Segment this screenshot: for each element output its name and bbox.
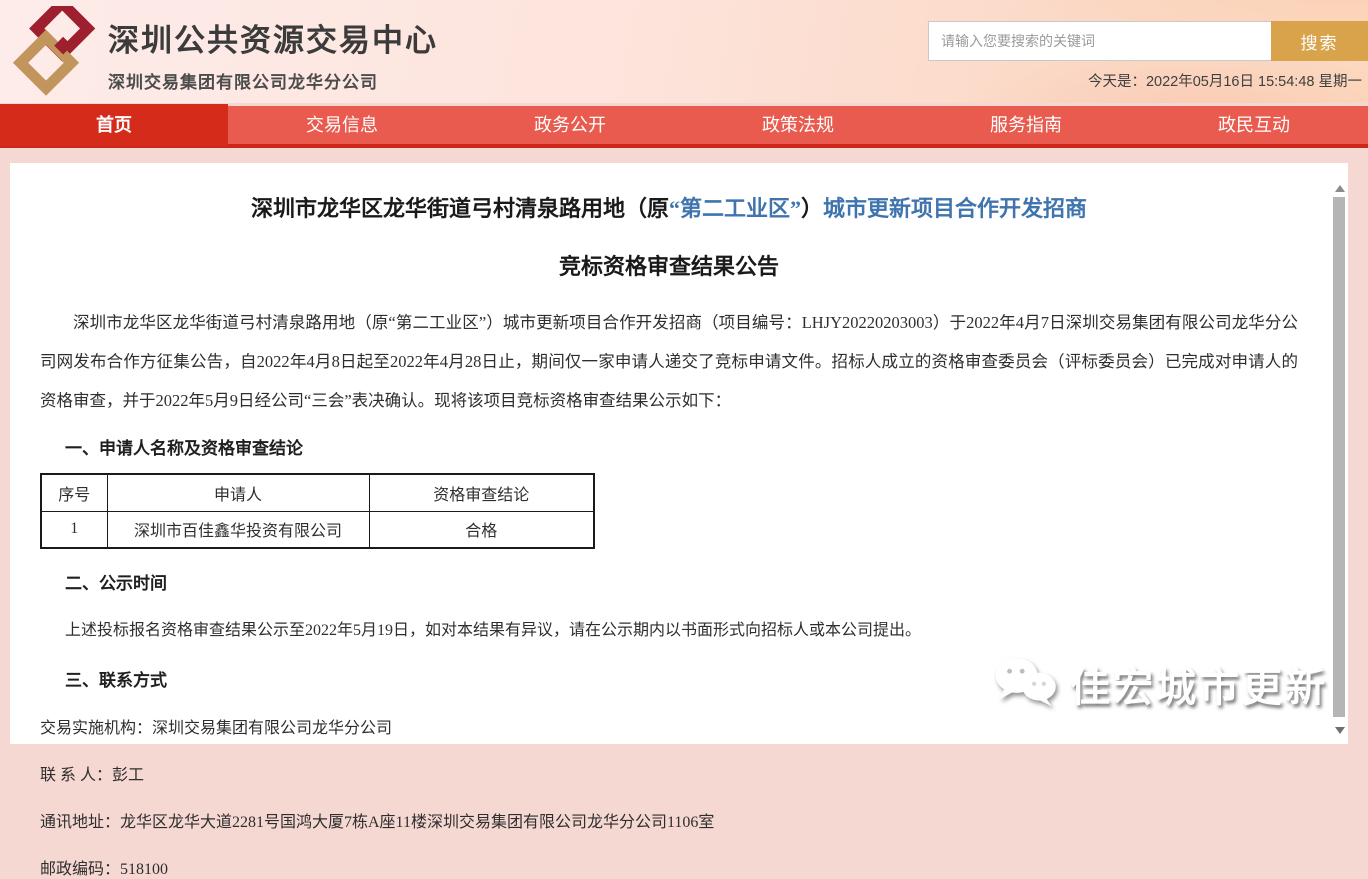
site-title: 深圳公共资源交易中心 [108,15,438,60]
qualification-table: 序号 申请人 资格审查结论 1 深圳市百佳鑫华投资有限公司 合格 [40,473,595,549]
article-title: 深圳市龙华区龙华街道弓村清泉路用地（原“第二工业区”）城市更新项目合作开发招商 [40,191,1298,227]
scroll-up-arrow-icon[interactable] [1335,185,1345,192]
contact-block: 交易实施机构：深圳交易集团有限公司龙华分公司 联 系 人：彭工 通讯地址：龙华区… [40,714,1298,879]
contact-zipcode: 邮政编码：518100 [40,855,1298,879]
contact-person: 联 系 人：彭工 [40,761,1298,785]
cell-result: 合格 [369,511,594,548]
nav-item-service[interactable]: 服务指南 [912,106,1140,144]
brand: 深圳公共资源交易中心 深圳交易集团有限公司龙华分公司 [10,6,438,101]
table-header-row: 序号 申请人 资格审查结论 [41,474,594,511]
col-header-applicant: 申请人 [107,474,369,511]
col-header-result: 资格审查结论 [369,474,594,511]
article-title-part3: ） [801,196,823,221]
article-title-part4: 城市更新项目合作开发招商 [823,196,1087,221]
cell-applicant: 深圳市百佳鑫华投资有限公司 [107,511,369,548]
nav-item-gov-open[interactable]: 政务公开 [456,106,684,144]
cell-index: 1 [41,511,107,548]
contact-address: 通讯地址：龙华区龙华大道2281号国鸿大厦7栋A座11楼深圳交易集团有限公司龙华… [40,808,1298,832]
main-nav: 首页 交易信息 政务公开 政策法规 服务指南 政民互动 [0,106,1368,148]
content-panel: 深圳市龙华区龙华街道弓村清泉路用地（原“第二工业区”）城市更新项目合作开发招商 … [10,163,1348,744]
scrollbar-thumb[interactable] [1333,197,1345,717]
site-subtitle: 深圳交易集团有限公司龙华分公司 [108,68,438,93]
article-title-part1: 深圳市龙华区龙华街道弓村清泉路用地（原 [251,196,669,221]
table-row: 1 深圳市百佳鑫华投资有限公司 合格 [41,511,594,548]
article-paragraph-1: 深圳市龙华区龙华街道弓村清泉路用地（原“第二工业区”）城市更新项目合作开发招商（… [40,303,1298,420]
section-3-heading: 三、联系方式 [65,666,1298,691]
article-subtitle: 竞标资格审查结果公告 [40,249,1298,281]
scroll-down-arrow-icon[interactable] [1335,727,1345,734]
section-1-heading: 一、申请人名称及资格审查结论 [65,434,1298,459]
section-2-body: 上述投标报名资格审查结果公示至2022年5月19日，如对本结果有异议，请在公示期… [65,616,1298,640]
search-input[interactable] [928,21,1271,61]
nav-item-interact[interactable]: 政民互动 [1140,106,1368,144]
vertical-scrollbar[interactable] [1331,163,1348,744]
brand-logo-icon [10,6,100,101]
page-header: 深圳公共资源交易中心 深圳交易集团有限公司龙华分公司 搜索 今天是：2022年0… [0,0,1368,103]
section-2-heading: 二、公示时间 [65,569,1298,594]
article-title-part2: “第二工业区” [669,196,801,221]
nav-item-trade-info[interactable]: 交易信息 [228,106,456,144]
current-datetime: 今天是：2022年05月16日 15:54:48 星期一 [1088,70,1362,91]
search-bar: 搜索 [928,21,1368,61]
contact-agency: 交易实施机构：深圳交易集团有限公司龙华分公司 [40,714,1298,738]
nav-item-policy[interactable]: 政策法规 [684,106,912,144]
nav-item-home[interactable]: 首页 [0,104,228,146]
search-button[interactable]: 搜索 [1271,21,1368,61]
col-header-index: 序号 [41,474,107,511]
